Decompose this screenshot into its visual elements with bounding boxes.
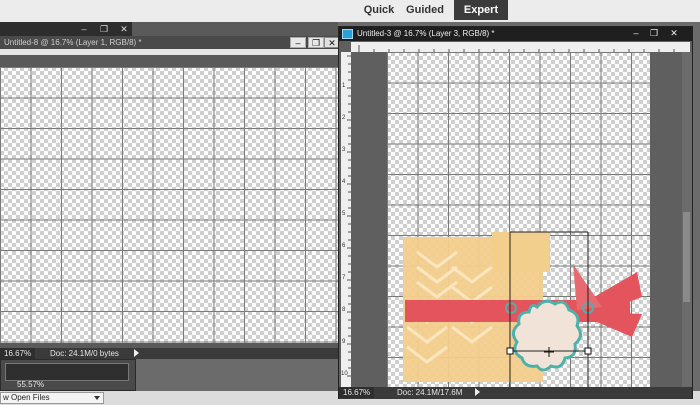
transform-handle[interactable] [506, 347, 514, 355]
document-title: Untitled-8 @ 16.7% (Layer 1, RGB/8) * [0, 36, 338, 49]
transform-handle[interactable] [584, 347, 592, 355]
ruler-number: 10 [341, 371, 348, 377]
ruler-number: 6 [342, 243, 346, 249]
status-menu-arrow-icon[interactable] [475, 388, 480, 396]
document-window-untitled-8: – ❐ ✕ Untitled-8 @ 16.7% (Layer 1, RGB/8… [0, 22, 340, 359]
scalloped-tag[interactable] [512, 299, 582, 372]
vertical-ruler-ticks: 1 2 3 4 5 6 7 8 9 10 [341, 55, 351, 377]
document-canvas[interactable] [387, 52, 650, 387]
artwork-layers [403, 231, 642, 387]
background-window-titlebar: – ❐ ✕ [0, 22, 132, 36]
ruler-number: 4 [342, 179, 346, 185]
mode-bar: Quick Guided Expert [0, 0, 700, 22]
ruler-number: 8 [342, 307, 346, 313]
expert-mode-button[interactable]: Expert [454, 0, 508, 20]
ruler-number: 2 [342, 115, 346, 121]
document-title: Untitled-3 @ 16.7% (Layer 3, RGB/8) * [357, 29, 495, 38]
show-open-files-dropdown[interactable]: w Open Files [0, 392, 104, 404]
horizontal-ruler [0, 49, 338, 55]
quick-mode-button[interactable]: Quick [355, 0, 403, 20]
photo-bin: 55.57% [0, 359, 136, 391]
doc-size-readout: Doc: 24.1M/17.6M [397, 388, 463, 397]
minimize-icon[interactable]: – [628, 28, 644, 39]
vertical-ruler: 1 2 3 4 5 6 7 8 9 10 [341, 52, 351, 387]
close-icon[interactable]: ✕ [116, 24, 132, 35]
guided-mode-button[interactable]: Guided [403, 0, 447, 20]
close-icon[interactable]: ✕ [666, 28, 682, 39]
status-menu-arrow-icon[interactable] [134, 349, 139, 357]
ruler-number: 5 [342, 211, 346, 217]
document-canvas[interactable] [0, 67, 338, 343]
grid-overlay [0, 67, 338, 343]
dropdown-value: w Open Files [3, 393, 50, 402]
ruler-number: 1 [342, 83, 346, 89]
minimize-icon[interactable]: – [76, 24, 92, 35]
thumbnail-zoom-label: 55.57% [17, 380, 45, 389]
horizontal-ruler [351, 42, 690, 52]
chevron-down-icon [94, 396, 100, 400]
restore-icon[interactable]: ❐ [646, 28, 662, 39]
zoom-level[interactable]: 16.67% [0, 348, 36, 359]
restore-icon[interactable]: ❐ [96, 24, 112, 35]
yellow-paper-tab[interactable] [492, 232, 550, 272]
doc-size-readout: Doc: 24.1M/0 bytes [50, 349, 119, 358]
status-bar: 16.67% Doc: 24.1M/17.6M [339, 387, 692, 399]
zoom-level[interactable]: 16.67% [339, 387, 375, 398]
ruler-number: 3 [342, 147, 346, 153]
restore-icon[interactable]: ❐ [308, 37, 324, 48]
status-bar: 16.67% Doc: 24.1M/0 bytes [0, 348, 338, 359]
document-window-untitled-3: Untitled-3 @ 16.7% (Layer 3, RGB/8) * – … [338, 26, 693, 399]
ruler-ticks [358, 45, 675, 52]
photoshop-document-icon [342, 29, 353, 39]
ruler-number: 9 [342, 339, 346, 345]
red-bow-lower[interactable] [592, 312, 642, 337]
document-title-bar: Untitled-3 @ 16.7% (Layer 3, RGB/8) * – … [339, 27, 692, 41]
vertical-scrollbar[interactable] [682, 52, 692, 387]
ruler-number: 7 [342, 275, 346, 281]
scrollbar-thumb[interactable] [683, 212, 690, 302]
photo-bin-thumbnail[interactable] [5, 363, 129, 381]
minimize-icon[interactable]: – [290, 37, 306, 48]
